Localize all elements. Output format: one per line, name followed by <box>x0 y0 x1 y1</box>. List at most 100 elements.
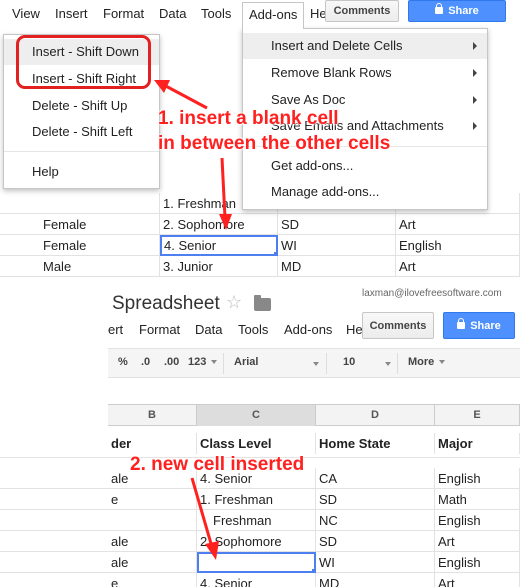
table-cell[interactable]: Home State <box>316 433 435 454</box>
comments-button[interactable]: Comments <box>325 0 399 22</box>
menu-format[interactable]: Format <box>139 322 180 337</box>
table-cell[interactable]: Major <box>435 433 520 454</box>
menu-insert[interactable]: ert <box>108 322 123 337</box>
menu-item-help[interactable]: Help <box>4 159 159 185</box>
table-cell[interactable]: der <box>108 433 197 454</box>
menu-format[interactable]: Format <box>103 6 144 21</box>
table-cell[interactable]: MD <box>278 256 396 277</box>
font-family-select[interactable]: Arial <box>234 356 258 368</box>
selected-cell[interactable]: 4. Senior <box>160 235 278 256</box>
table-cell[interactable]: SD <box>316 489 435 510</box>
table-row: Female 2. Sophomore SD Art <box>0 214 520 235</box>
toolbar-separator <box>326 353 327 374</box>
column-header-d[interactable]: D <box>316 405 435 426</box>
table-cell[interactable]: 2. Sophomore <box>160 214 278 235</box>
font-size-select[interactable]: 10 <box>343 356 355 368</box>
table-row: e 1. Freshman SD Math <box>0 489 520 510</box>
table-cell[interactable]: Class Level <box>197 433 316 454</box>
table-cell[interactable]: ale <box>108 552 197 573</box>
table-cell[interactable]: Female <box>40 214 160 235</box>
share-button[interactable]: Share <box>408 0 506 22</box>
folder-icon[interactable] <box>254 295 271 311</box>
table-cell[interactable]: NC <box>316 510 435 531</box>
table-row: ale 2. Sophomore SD Art <box>0 531 520 552</box>
table-cell[interactable]: Art <box>396 214 520 235</box>
table-cell[interactable]: Art <box>435 531 520 552</box>
table-cell[interactable]: WI <box>316 552 435 573</box>
table-cell[interactable]: English <box>435 552 520 573</box>
column-header-b[interactable]: B <box>108 405 197 426</box>
table-row: e 4. Senior MD Art <box>0 573 520 587</box>
menu-item-remove-blank-rows[interactable]: Remove Blank Rows <box>243 60 487 86</box>
lock-icon <box>435 3 444 14</box>
submenu-arrow-icon <box>473 42 477 50</box>
document-title[interactable]: Spreadsheet <box>112 293 220 315</box>
table-cell[interactable]: Female <box>40 235 160 256</box>
menu-tools[interactable]: Tools <box>201 6 231 21</box>
menu-help[interactable]: He <box>346 322 363 337</box>
table-cell[interactable]: Male <box>40 256 160 277</box>
table-cell[interactable]: e <box>108 489 197 510</box>
decrease-decimals-button[interactable]: .0 <box>141 356 150 368</box>
arrow-to-menu <box>161 82 208 110</box>
submenu-arrow-icon <box>473 69 477 77</box>
menu-view[interactable]: View <box>12 6 40 21</box>
table-cell[interactable]: SD <box>278 214 396 235</box>
table-cell[interactable]: 1. Freshman <box>197 489 316 510</box>
account-email: laxman@ilovefreesoftware.com <box>362 288 502 299</box>
more-label: More <box>408 356 435 368</box>
table-cell[interactable]: SD <box>316 531 435 552</box>
menu-item-insert-delete-cells[interactable]: Insert and Delete Cells <box>243 33 487 59</box>
table-cell[interactable] <box>108 510 197 531</box>
menu-item-get-addons[interactable]: Get add-ons... <box>243 153 487 179</box>
menu-separator <box>4 151 159 152</box>
column-header-c[interactable]: C <box>197 405 316 426</box>
before-screenshot: View Insert Format Data Tools Add-ons He… <box>0 0 520 282</box>
more-formats-button[interactable]: 123 <box>188 356 218 368</box>
percent-format-button[interactable]: % <box>118 356 128 368</box>
table-cell[interactable]: Freshman <box>197 510 316 531</box>
table-row: Male 3. Junior MD Art <box>0 256 520 277</box>
more-button[interactable]: More <box>408 356 446 368</box>
table-cell[interactable]: English <box>396 235 520 256</box>
table-cell[interactable]: 3. Junior <box>160 256 278 277</box>
caret-down-icon <box>439 360 446 365</box>
table-cell[interactable]: Math <box>435 489 520 510</box>
toolbar-separator <box>397 353 398 374</box>
table-cell[interactable]: MD <box>316 573 435 587</box>
toolbar-separator <box>223 353 224 374</box>
menu-item-delete-shift-up[interactable]: Delete - Shift Up <box>4 93 159 119</box>
menu-data[interactable]: Data <box>195 322 222 337</box>
menu-addons[interactable]: Add-ons <box>284 322 332 337</box>
table-cell[interactable]: Art <box>396 256 520 277</box>
table-cell[interactable]: 4. Senior <box>197 573 316 587</box>
table-cell[interactable] <box>40 193 160 214</box>
table-cell[interactable]: CA <box>316 468 435 489</box>
annotation-step2: 2. new cell inserted <box>130 454 305 475</box>
annotation-step1-line1: 1. insert a blank cell <box>158 108 339 129</box>
table-cell[interactable]: 2. Sophomore <box>197 531 316 552</box>
column-header-e[interactable]: E <box>435 405 520 426</box>
table-cell[interactable]: ale <box>108 531 197 552</box>
caret-down-icon <box>385 362 391 366</box>
star-icon[interactable]: ☆ <box>226 292 242 313</box>
menu-data[interactable]: Data <box>159 6 186 21</box>
comments-button[interactable]: Comments <box>362 312 434 339</box>
menu-addons[interactable]: Add-ons <box>242 2 305 29</box>
menu-item-delete-shift-left[interactable]: Delete - Shift Left <box>4 119 159 145</box>
table-cell[interactable]: e <box>108 573 197 587</box>
menu-tools[interactable]: Tools <box>238 322 268 337</box>
highlight-box <box>16 35 151 89</box>
share-button[interactable]: Share <box>443 312 515 339</box>
menu-item-manage-addons[interactable]: Manage add-ons... <box>243 179 487 205</box>
share-label: Share <box>448 5 479 17</box>
table-cell[interactable]: WI <box>278 235 396 256</box>
inserted-blank-cell[interactable] <box>197 552 316 573</box>
table-cell[interactable]: English <box>435 468 520 489</box>
lock-icon <box>457 318 466 329</box>
table-cell[interactable]: Art <box>435 573 520 587</box>
table-cell[interactable]: English <box>435 510 520 531</box>
table-row: Freshman NC English <box>0 510 520 531</box>
increase-decimals-button[interactable]: .00 <box>164 356 179 368</box>
menu-insert[interactable]: Insert <box>55 6 88 21</box>
